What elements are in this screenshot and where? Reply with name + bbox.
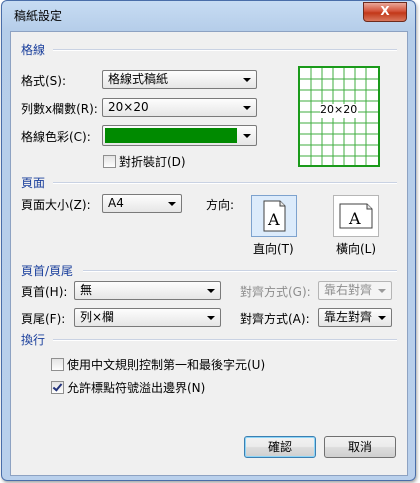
grid-preview: 20×20 [298, 66, 380, 167]
page-size-dropdown[interactable]: A4 [102, 194, 182, 213]
chevron-down-icon [243, 106, 251, 110]
footer-align-label: 對齊方式(A): [240, 312, 310, 326]
grid-color-label: 格線色彩(C): [21, 130, 91, 144]
grid-size-dropdown[interactable]: 20×20 [102, 98, 257, 117]
portrait-label: 直向(T) [253, 242, 294, 256]
footer-value: 列×欄 [80, 310, 115, 324]
grid-preview-label: 20×20 [320, 103, 358, 116]
section-divider [53, 182, 397, 184]
section-divider [83, 270, 397, 272]
grid-color-picker[interactable] [102, 125, 257, 146]
footer-dropdown[interactable]: 列×欄 [74, 308, 221, 327]
chinese-rule-label: 使用中文規則控制第一和最後字元(U) [67, 358, 266, 372]
svg-text:A: A [348, 209, 361, 228]
chevron-down-icon [207, 316, 215, 320]
grid-format-value: 格線式稿紙 [108, 72, 169, 86]
header-dropdown[interactable]: 無 [74, 281, 221, 300]
close-icon: X [380, 4, 390, 18]
header-align-label: 對齊方式(G): [240, 285, 311, 299]
chevron-down-icon [378, 289, 386, 293]
header-align-value: 靠右對齊 [324, 283, 373, 297]
portrait-option[interactable]: A [251, 195, 297, 237]
chevron-down-icon [168, 202, 176, 206]
header-label: 頁首(H): [21, 285, 68, 299]
punctuation-overflow-checkbox[interactable] [51, 381, 64, 394]
grid-preview-lines [300, 68, 378, 165]
chevron-down-icon [243, 78, 251, 82]
fold-binding-checkbox[interactable] [103, 155, 116, 168]
section-page-title: 頁面 [21, 176, 46, 190]
chevron-down-icon [243, 134, 251, 138]
page-size-label: 頁面大小(Z): [21, 198, 91, 212]
svg-text:A: A [267, 210, 280, 229]
grid-format-label: 格式(S): [21, 74, 67, 88]
grid-size-label: 列數x欄數(R): [21, 102, 98, 116]
header-value: 無 [80, 283, 93, 297]
cancel-button[interactable]: 取消 [324, 436, 396, 458]
section-line-break-title: 換行 [21, 333, 46, 347]
page-size-value: A4 [108, 196, 124, 210]
orientation-label: 方向: [206, 198, 235, 212]
grid-format-dropdown[interactable]: 格線式稿紙 [102, 70, 257, 89]
section-divider [53, 339, 397, 341]
chevron-down-icon [378, 316, 386, 320]
fold-binding-label: 對折裝訂(D) [119, 155, 186, 169]
header-align-dropdown: 靠右對齊 [318, 281, 392, 300]
chevron-down-icon [207, 289, 215, 293]
footer-align-dropdown[interactable]: 靠左對齊 [318, 308, 392, 327]
dialog-body: 格線 格式(S): 格線式稿紙 列數x欄數(R): 20×20 格線色彩(C):… [10, 31, 408, 476]
close-button[interactable]: X [363, 2, 407, 22]
manuscript-settings-dialog: 稿紙設定 X 格線 格式(S): 格線式稿紙 列數x欄數(R): 20×20 格… [1, 0, 416, 481]
section-divider [53, 49, 397, 51]
ok-button[interactable]: 確認 [244, 436, 316, 458]
section-grid-title: 格線 [21, 43, 46, 57]
landscape-page-icon: A [339, 203, 373, 229]
chinese-rule-checkbox[interactable] [51, 358, 64, 371]
footer-label: 頁尾(F): [21, 312, 66, 326]
landscape-label: 橫向(L) [336, 242, 377, 256]
footer-align-value: 靠左對齊 [324, 310, 373, 324]
grid-size-value: 20×20 [108, 100, 149, 114]
section-header-footer-title: 頁首/頁尾 [21, 264, 74, 278]
landscape-option[interactable]: A [333, 195, 379, 237]
portrait-page-icon: A [263, 200, 286, 232]
grid-color-swatch [105, 128, 237, 143]
punctuation-overflow-label: 允許標點符號溢出邊界(N) [67, 381, 206, 395]
dialog-title: 稿紙設定 [14, 9, 63, 23]
